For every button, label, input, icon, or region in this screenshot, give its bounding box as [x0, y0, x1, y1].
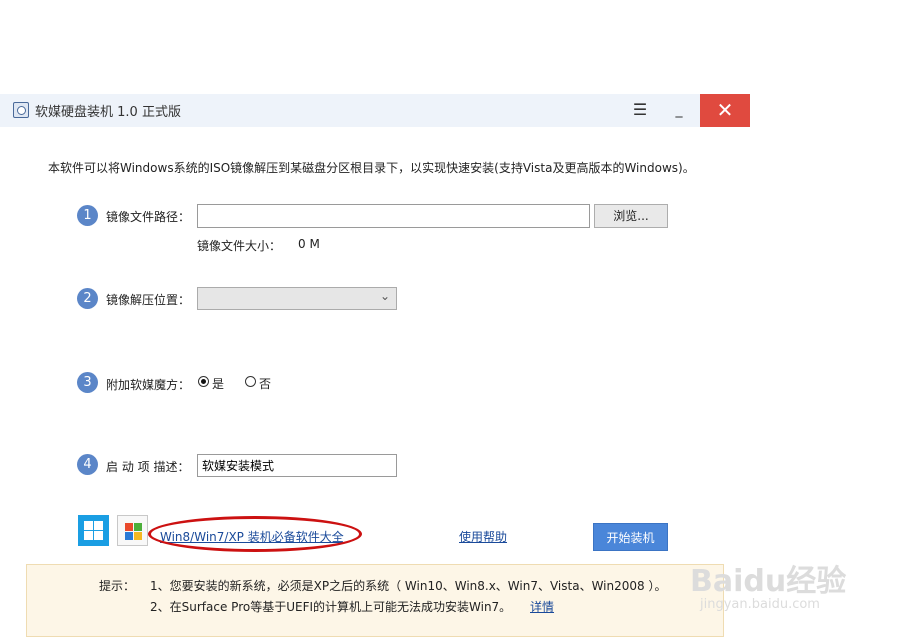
windows-logo-icon — [78, 515, 109, 546]
extract-location-label: 镜像解压位置： — [106, 293, 191, 307]
boot-desc-input[interactable] — [197, 454, 397, 477]
windows7-logo-icon — [117, 515, 148, 546]
minimize-button[interactable]: _ — [668, 100, 690, 120]
radio-yes-label[interactable]: 是 — [212, 375, 224, 392]
tips-line-2: 2、在Surface Pro等基于UEFI的计算机上可能无法成功安装Win7。 — [150, 600, 512, 614]
addon-label: 附加软媒魔方： — [106, 378, 191, 392]
start-install-button[interactable]: 开始装机 — [593, 523, 668, 551]
details-link[interactable]: 详情 — [530, 598, 554, 615]
step-4-badge: 4 — [77, 454, 98, 475]
radio-no[interactable] — [245, 376, 256, 387]
app-icon — [13, 102, 29, 118]
baidu-watermark: Baidu经验 — [690, 564, 847, 599]
menu-icon[interactable]: ☰ — [630, 100, 650, 120]
radio-no-label[interactable]: 否 — [259, 375, 271, 392]
image-size-value: 0 M — [298, 237, 320, 251]
image-path-label: 镜像文件路径： — [106, 210, 191, 224]
image-path-input[interactable] — [197, 204, 590, 228]
chevron-down-icon: ⌄ — [379, 289, 390, 303]
window-title: 软媒硬盘装机 1.0 正式版 — [35, 105, 181, 120]
boot-desc-label: 启 动 项 描述： — [106, 460, 190, 474]
annotation-oval — [148, 516, 362, 552]
watermark-url: jingyan.baidu.com — [700, 597, 820, 612]
description-text: 本软件可以将Windows系统的ISO镜像解压到某磁盘分区根目录下，以实现快速安… — [48, 161, 695, 175]
tips-title: 提示： — [99, 579, 136, 593]
step-1-badge: 1 — [77, 205, 98, 226]
close-button[interactable]: ✕ — [700, 94, 750, 127]
step-3-badge: 3 — [77, 372, 98, 393]
browse-button[interactable]: 浏览... — [594, 204, 668, 228]
tips-line-1: 1、您要安装的新系统，必须是XP之后的系统（ Win10、Win8.x、Win7… — [150, 579, 667, 593]
extract-location-select[interactable]: ⌄ — [197, 287, 397, 310]
radio-yes[interactable] — [198, 376, 209, 387]
help-link[interactable]: 使用帮助 — [459, 528, 507, 545]
step-2-badge: 2 — [77, 288, 98, 309]
image-size-label: 镜像文件大小： — [197, 239, 282, 253]
